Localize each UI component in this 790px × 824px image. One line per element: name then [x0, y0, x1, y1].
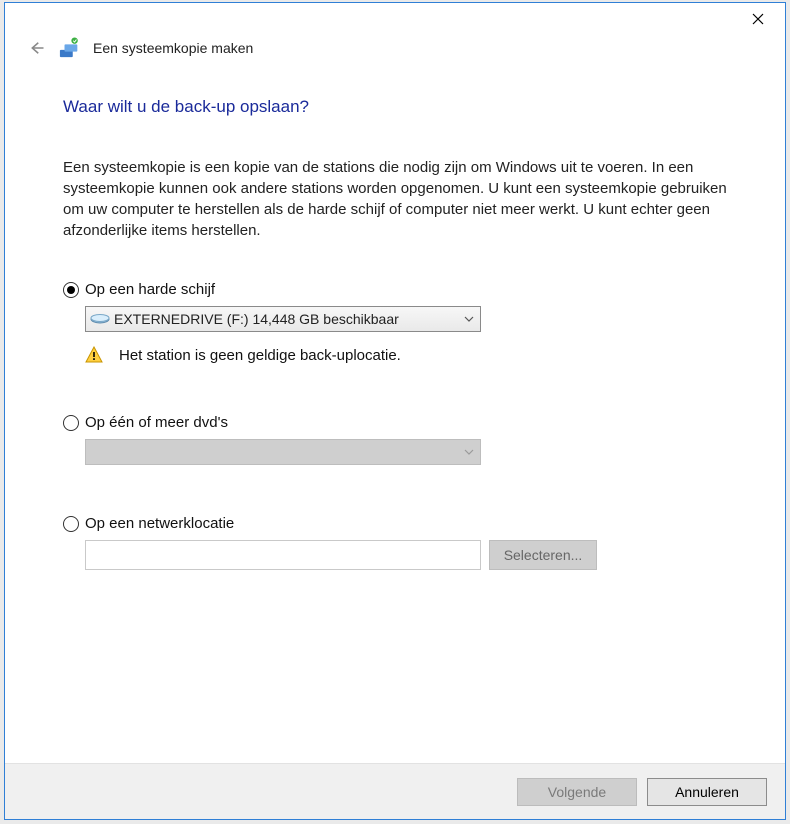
- radio-network[interactable]: [63, 516, 79, 532]
- header-row: Een systeemkopie maken: [5, 35, 785, 65]
- radio-label-hdd: Op een harde schijf: [85, 281, 215, 298]
- footer: Volgende Annuleren: [5, 763, 785, 819]
- back-button[interactable]: [25, 37, 47, 59]
- next-button: Volgende: [517, 778, 637, 806]
- combo-hdd[interactable]: EXTERNEDRIVE (F:) 14,448 GB beschikbaar: [85, 306, 481, 332]
- radio-label-dvd: Op één of meer dvd's: [85, 414, 228, 431]
- close-icon: [752, 13, 764, 25]
- breadcrumb-title: Een systeemkopie maken: [93, 40, 253, 56]
- combo-hdd-text: EXTERNEDRIVE (F:) 14,448 GB beschikbaar: [114, 311, 399, 327]
- chevron-down-icon: [458, 307, 480, 331]
- browse-button: Selecteren...: [489, 540, 597, 570]
- close-button[interactable]: [735, 3, 781, 35]
- drive-icon: [90, 312, 110, 326]
- radio-hdd[interactable]: [63, 282, 79, 298]
- network-path-input[interactable]: [85, 540, 481, 570]
- chevron-down-icon: [458, 440, 480, 464]
- combo-dvd: [85, 439, 481, 465]
- warning-row: Het station is geen geldige back-uplocat…: [85, 346, 727, 364]
- content-area: Waar wilt u de back-up opslaan? Een syst…: [5, 65, 785, 763]
- option-network: Op een netwerklocatie Selecteren...: [63, 515, 727, 570]
- wizard-window: Een systeemkopie maken Waar wilt u de ba…: [4, 2, 786, 820]
- page-description: Een systeemkopie is een kopie van de sta…: [63, 157, 727, 241]
- arrow-left-icon: [27, 39, 45, 57]
- radio-row-network[interactable]: Op een netwerklocatie: [63, 515, 727, 532]
- system-image-icon: [59, 37, 81, 59]
- titlebar: [5, 3, 785, 35]
- radio-dvd[interactable]: [63, 415, 79, 431]
- cancel-button[interactable]: Annuleren: [647, 778, 767, 806]
- radio-row-dvd[interactable]: Op één of meer dvd's: [63, 414, 727, 431]
- radio-label-network: Op een netwerklocatie: [85, 515, 234, 532]
- warning-icon: [85, 346, 103, 364]
- page-heading: Waar wilt u de back-up opslaan?: [63, 97, 727, 117]
- radio-row-hdd[interactable]: Op een harde schijf: [63, 281, 727, 298]
- warning-text: Het station is geen geldige back-uplocat…: [119, 347, 401, 364]
- option-hdd: Op een harde schijf EXTERNEDRIVE (F:) 14…: [63, 281, 727, 364]
- option-dvd: Op één of meer dvd's: [63, 414, 727, 465]
